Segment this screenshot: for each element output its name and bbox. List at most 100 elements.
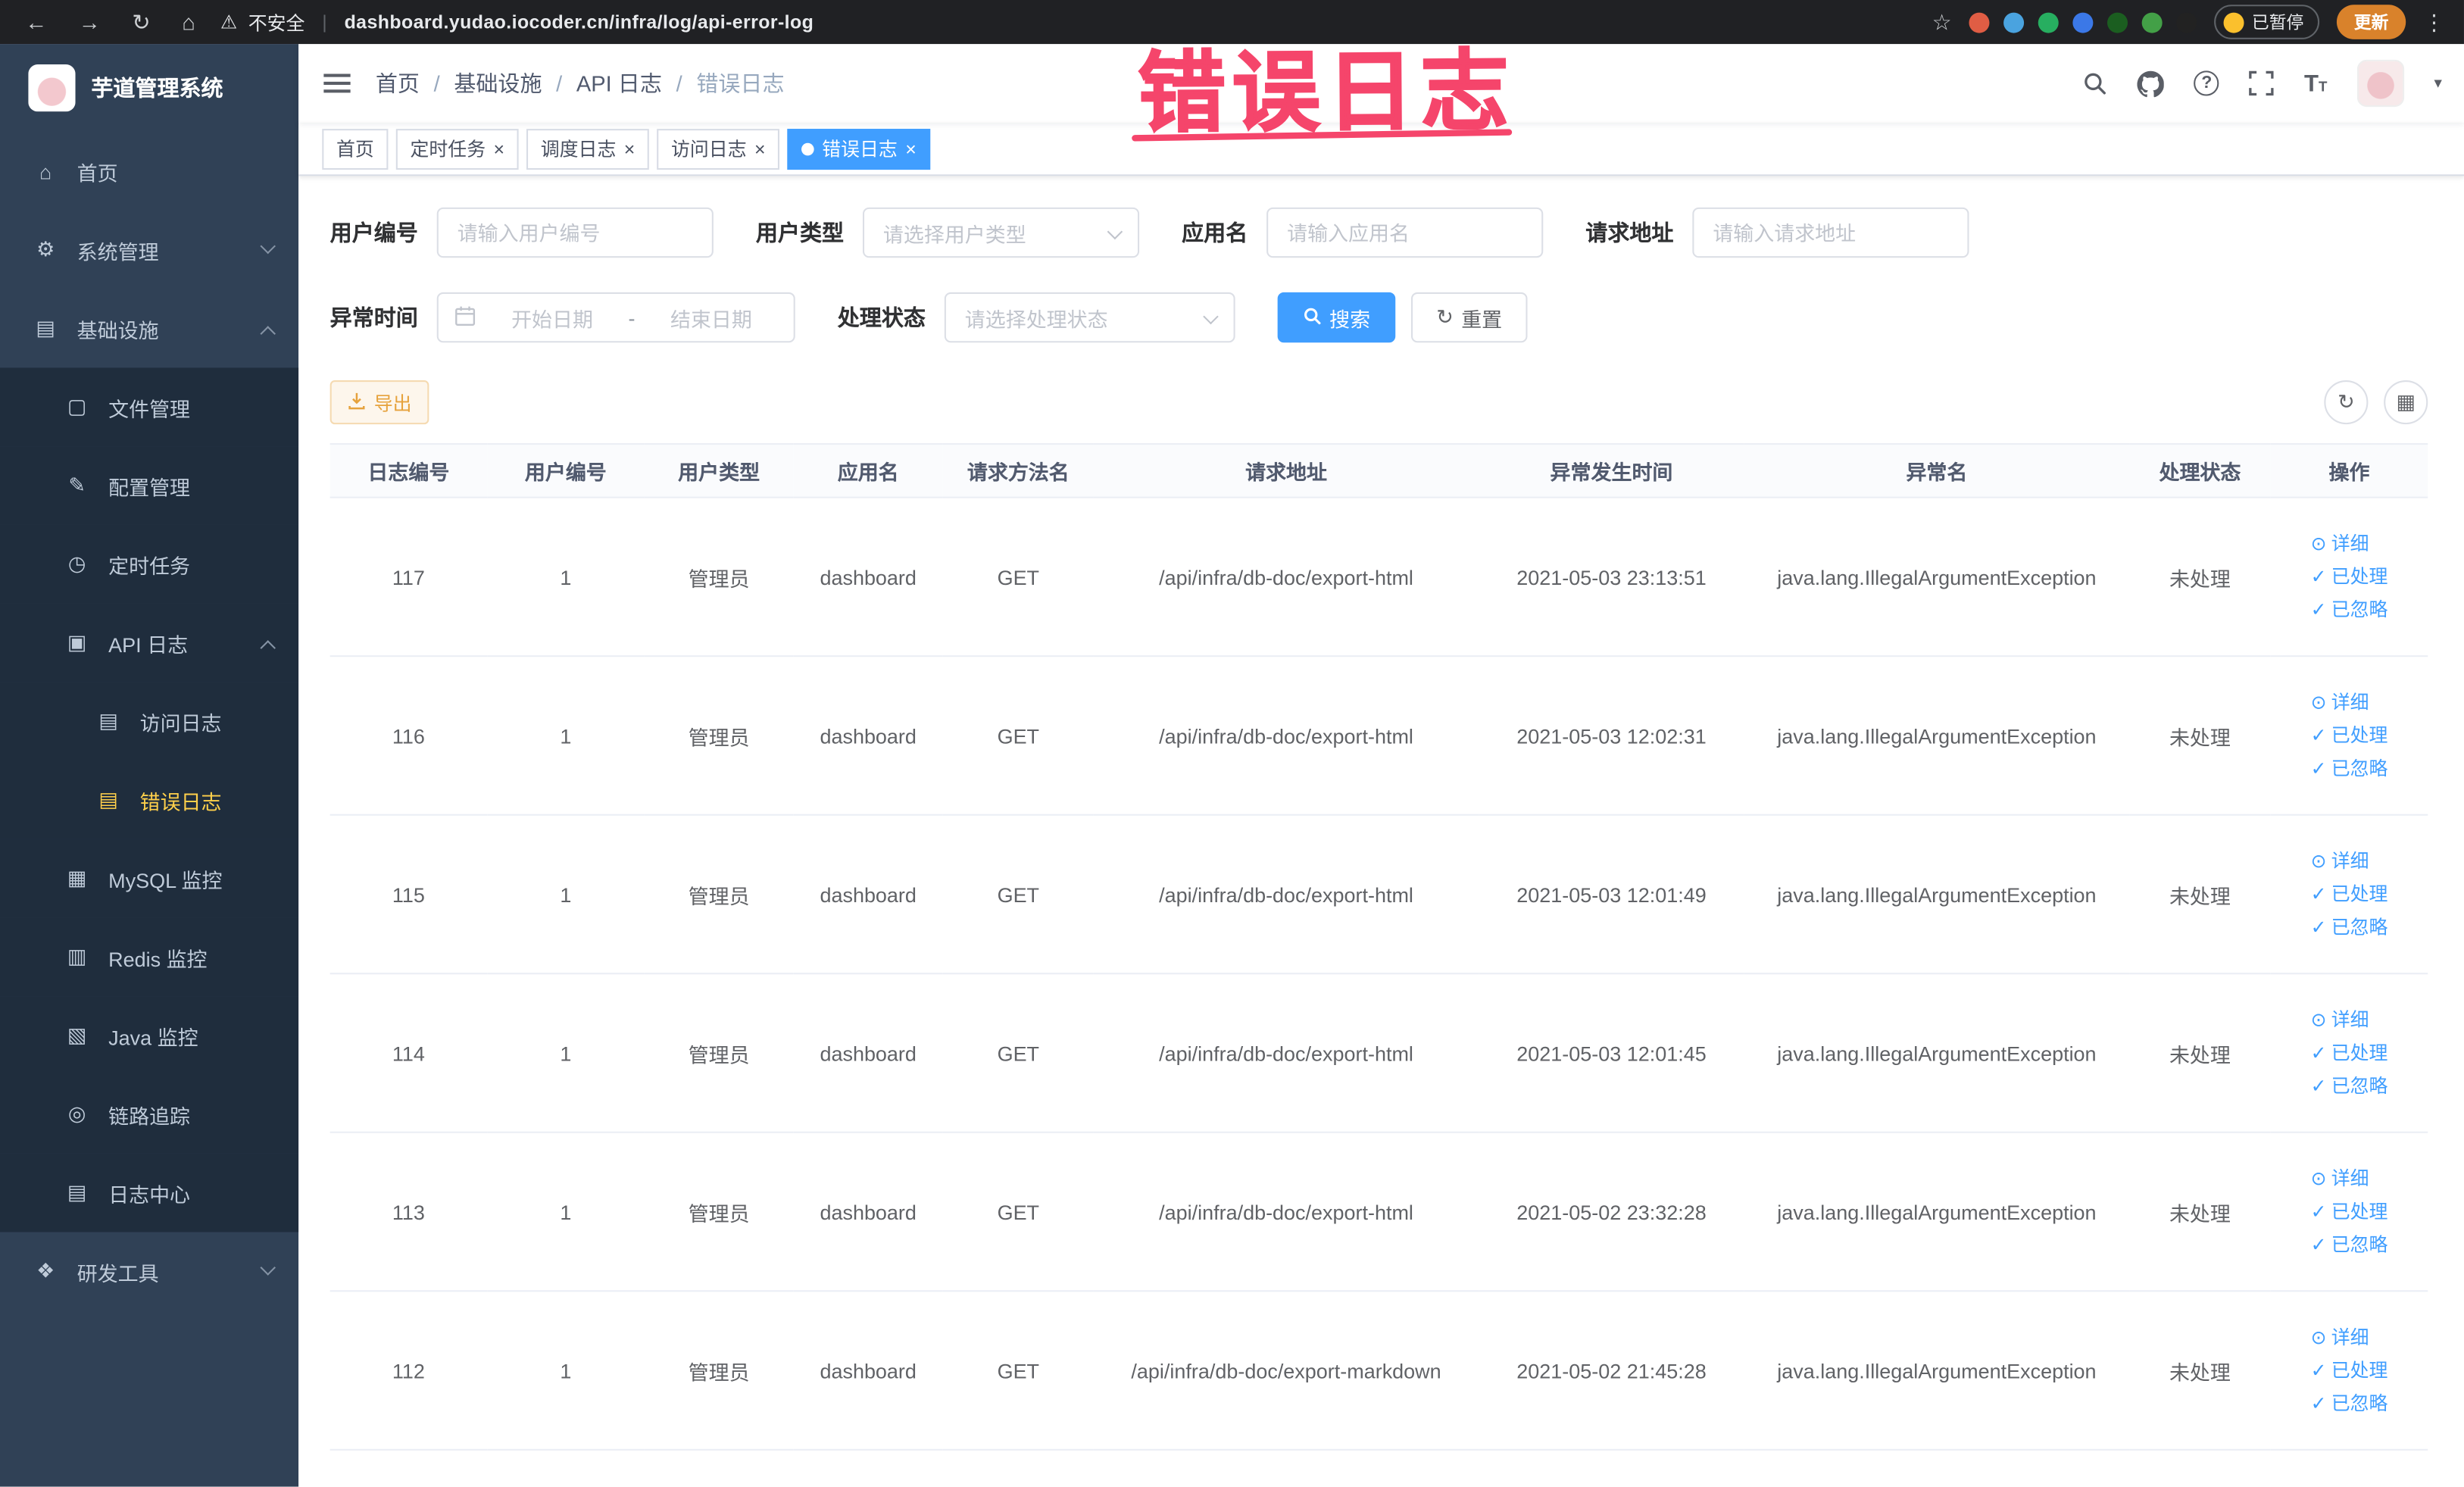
tab-close-icon[interactable]: × xyxy=(905,139,917,158)
tab-访问日志[interactable]: 访问日志 × xyxy=(657,128,780,170)
breadcrumb-item: 错误日志 xyxy=(696,70,785,96)
infra-icon: ▤ xyxy=(36,315,55,340)
sidebar-item-access-log[interactable]: ▤ 访问日志 xyxy=(0,682,299,761)
sidebar-item-file[interactable]: ▢ 文件管理 xyxy=(0,367,299,447)
tab-定时任务[interactable]: 定时任务 × xyxy=(395,128,519,170)
reload-icon[interactable]: ↻ xyxy=(132,8,150,35)
cell-time: 2021-05-03 12:01:49 xyxy=(1479,814,1744,975)
filter-row-2: 异常时间 开始日期 - 结束日期 处理状态 请选择处理状态 搜索 ↻ 重置 xyxy=(330,292,2428,343)
browser-home-icon[interactable]: ⌂ xyxy=(182,8,195,35)
tab-close-icon[interactable]: × xyxy=(493,139,504,158)
processed-link[interactable]: ✓ 已处理 xyxy=(2311,719,2388,752)
detail-link[interactable]: ⊙ 详细 xyxy=(2311,1321,2388,1354)
forward-icon[interactable]: → xyxy=(79,8,101,35)
sidebar-item-error-log[interactable]: ▤ 错误日志 xyxy=(0,761,299,839)
column-settings-button[interactable]: ▦ xyxy=(2384,380,2428,425)
cell-exception: java.lang.IllegalArgumentException xyxy=(1744,656,2130,816)
processed-link[interactable]: ✓ 已处理 xyxy=(2311,878,2388,911)
tab-调度日志[interactable]: 调度日志 × xyxy=(526,128,649,170)
search-icon[interactable] xyxy=(2082,70,2107,95)
cell-actions: ⊙ 详细 ✓ 已处理 ✓ 已忽略 xyxy=(2270,814,2428,975)
user-id-input[interactable] xyxy=(436,207,714,258)
help-icon[interactable]: ? xyxy=(2194,70,2219,96)
detail-link[interactable]: ⊙ 详细 xyxy=(2311,1004,2388,1037)
sidebar-item-api-log[interactable]: ▣ API 日志 xyxy=(0,603,299,683)
cell-method: GET xyxy=(942,1132,1094,1292)
sidebar-item-log-center[interactable]: ▤ 日志中心 xyxy=(0,1153,299,1232)
ignored-link[interactable]: ✓ 已忽略 xyxy=(2311,752,2388,786)
extension-icon[interactable] xyxy=(2107,11,2128,33)
ignored-link[interactable]: ✓ 已忽略 xyxy=(2311,1387,2388,1420)
breadcrumb-item[interactable]: API 日志 xyxy=(576,67,662,98)
sidebar-item-trace[interactable]: ◎ 链路追踪 xyxy=(0,1075,299,1154)
refresh-icon: ↻ xyxy=(2338,389,2355,414)
address-bar[interactable]: ⚠ 不安全 | dashboard.yudao.iocoder.cn/infra… xyxy=(220,8,814,35)
sidebar-item-infra[interactable]: ▤ 基础设施 xyxy=(0,289,298,368)
search-button[interactable]: 搜索 xyxy=(1277,292,1396,343)
table-row: 117 1 管理员 dashboard GET/api/infra/db-doc/exp… xyxy=(329,497,2428,658)
request-url-input[interactable] xyxy=(1692,207,1969,258)
breadcrumb-item[interactable]: 首页 xyxy=(376,67,420,98)
sidebar-item-label: MySQL 监控 xyxy=(108,868,223,892)
detail-link[interactable]: ⊙ 详细 xyxy=(2311,686,2388,720)
tab-close-icon[interactable]: × xyxy=(624,139,636,158)
fullscreen-icon[interactable] xyxy=(2249,70,2275,96)
extension-icon[interactable] xyxy=(2072,11,2094,33)
view-icon: ⊙ xyxy=(2310,690,2327,713)
extension-icon[interactable] xyxy=(1969,11,1990,33)
sidebar-item-java[interactable]: ▧ Java 监控 xyxy=(0,996,299,1076)
app-logo[interactable]: 芋道管理系统 xyxy=(0,44,298,132)
ignored-link[interactable]: ✓ 已忽略 xyxy=(2311,593,2388,626)
sidebar-item-devtools[interactable]: ❖ 研发工具 xyxy=(0,1232,298,1310)
reset-button[interactable]: ↻ 重置 xyxy=(1411,292,1528,343)
browser-menu-icon[interactable]: ⋮ xyxy=(2423,8,2445,35)
user-type-select[interactable]: 请选择用户类型 xyxy=(862,207,1140,258)
cell-user_type: 管理员 xyxy=(644,814,794,975)
avatar-caret-down-icon[interactable]: ▾ xyxy=(2434,75,2441,92)
detail-link[interactable]: ⊙ 详细 xyxy=(2311,527,2388,561)
processed-link[interactable]: ✓ 已处理 xyxy=(2311,1195,2388,1229)
profile-paused-badge[interactable]: 已暂停 xyxy=(2214,5,2320,39)
hamburger-icon[interactable] xyxy=(298,69,376,97)
export-button[interactable]: 导出 xyxy=(329,380,429,425)
tab-close-icon[interactable]: × xyxy=(754,139,766,158)
ignored-link[interactable]: ✓ 已忽略 xyxy=(2311,1228,2388,1261)
extension-icon[interactable] xyxy=(2038,11,2059,33)
tab-错误日志[interactable]: 错误日志 × xyxy=(787,128,931,170)
browser-nav: ← → ↻ ⌂ xyxy=(0,8,220,35)
cell-exception: java.lang.IllegalArgumentException xyxy=(1744,1291,2130,1451)
font-size-icon[interactable]: TT xyxy=(2304,70,2327,96)
sidebar-item-system[interactable]: ⚙ 系统管理 xyxy=(0,211,298,289)
extension-icon[interactable] xyxy=(2141,11,2163,33)
sidebar-item-redis[interactable]: ▥ Redis 监控 xyxy=(0,917,299,997)
extension-icon[interactable] xyxy=(2176,11,2197,33)
ignored-link[interactable]: ✓ 已忽略 xyxy=(2311,911,2388,944)
sidebar-item-home[interactable]: ⌂ 首页 xyxy=(0,132,298,211)
sidebar-menu: ⌂ 首页 ⚙ 系统管理 ▤ 基础设施 ▢ 文件管理 ✎ 配置管理 ◷ 定时任务 ▣ API 日志 ▤ 访问日志… xyxy=(0,132,299,1310)
detail-link[interactable]: ⊙ 详细 xyxy=(2311,845,2388,878)
back-icon[interactable]: ← xyxy=(25,8,47,35)
processed-link[interactable]: ✓ 已处理 xyxy=(2311,561,2388,594)
tab-首页[interactable]: 首页 xyxy=(322,128,389,170)
sidebar-item-config[interactable]: ✎ 配置管理 xyxy=(0,446,299,525)
cell-method: GET xyxy=(942,1291,1094,1451)
bookmark-star-icon[interactable]: ☆ xyxy=(1932,8,1952,35)
refresh-button[interactable]: ↻ xyxy=(2324,380,2369,425)
app-name-input[interactable] xyxy=(1266,207,1544,258)
user-avatar[interactable] xyxy=(2356,59,2405,108)
extension-icon[interactable] xyxy=(2003,11,2025,33)
detail-link[interactable]: ⊙ 详细 xyxy=(2311,1162,2388,1195)
breadcrumb-item[interactable]: 基础设施 xyxy=(454,67,542,98)
processed-link[interactable]: ✓ 已处理 xyxy=(2311,1354,2388,1387)
processed-link[interactable]: ✓ 已处理 xyxy=(2311,1036,2388,1070)
github-icon[interactable] xyxy=(2138,70,2165,97)
date-range-picker[interactable]: 开始日期 - 结束日期 xyxy=(436,292,795,343)
sidebar-item-mysql[interactable]: ▦ MySQL 监控 xyxy=(0,839,299,918)
sidebar-item-job[interactable]: ◷ 定时任务 xyxy=(0,524,299,604)
tab-label: 首页 xyxy=(336,138,374,161)
process-status-select[interactable]: 请选择处理状态 xyxy=(944,292,1235,343)
ignored-link[interactable]: ✓ 已忽略 xyxy=(2311,1070,2388,1103)
cell-status: 未处理 xyxy=(2129,1132,2271,1292)
update-button[interactable]: 更新 xyxy=(2336,5,2406,39)
cell-app_name: dashboard xyxy=(793,973,943,1133)
